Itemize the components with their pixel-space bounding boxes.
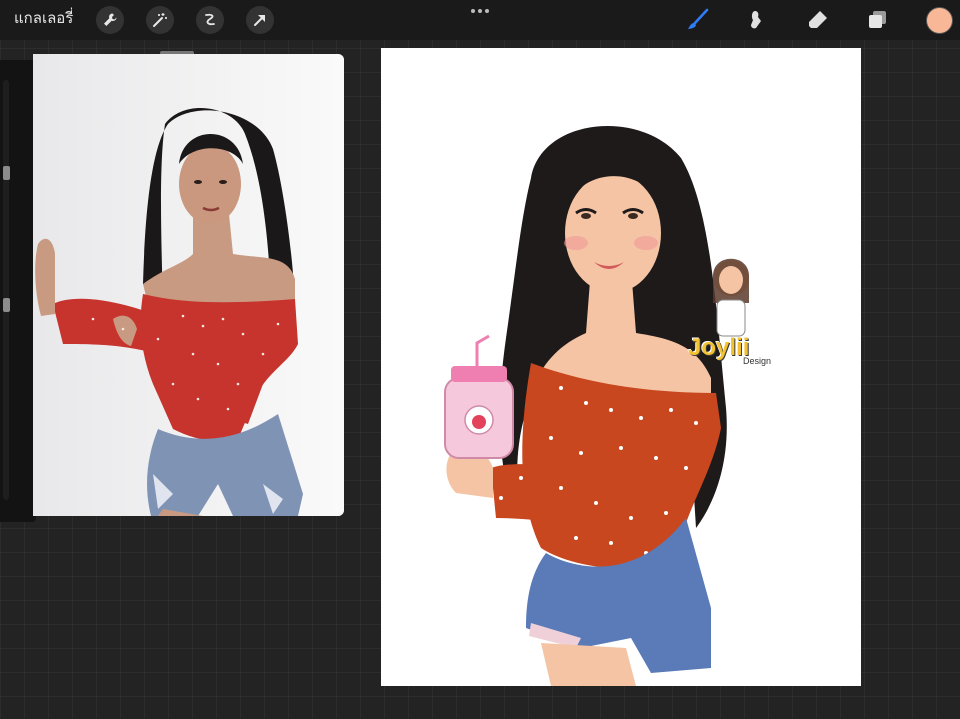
- eraser-icon[interactable]: [804, 6, 832, 34]
- brush-icon[interactable]: [684, 6, 712, 34]
- cartoon-illustration: [444, 125, 749, 686]
- gallery-button[interactable]: แกลเลอรี่: [14, 8, 73, 30]
- transform-arrow-icon[interactable]: [246, 6, 274, 34]
- reference-window[interactable]: [33, 54, 344, 516]
- sidebar-rail: [3, 80, 9, 500]
- opacity-slider[interactable]: [3, 298, 10, 312]
- magic-wand-icon[interactable]: [146, 6, 174, 34]
- brush-size-slider[interactable]: [3, 166, 10, 180]
- watermark-subtitle: Design: [743, 356, 772, 366]
- left-sidebar: [0, 60, 36, 522]
- selection-icon[interactable]: [196, 6, 224, 34]
- wrench-icon[interactable]: [96, 6, 124, 34]
- smudge-icon[interactable]: [744, 6, 772, 34]
- watermark-title: Joylii: [688, 334, 750, 361]
- top-toolbar: แกลเลอรี่: [0, 0, 960, 40]
- color-swatch[interactable]: [926, 7, 953, 34]
- reference-photo: [33, 54, 344, 516]
- drawing-canvas[interactable]: Joylii Design: [381, 48, 861, 686]
- layers-icon[interactable]: [864, 6, 892, 34]
- more-options-icon[interactable]: [470, 6, 490, 16]
- watermark-avatar: [713, 258, 749, 337]
